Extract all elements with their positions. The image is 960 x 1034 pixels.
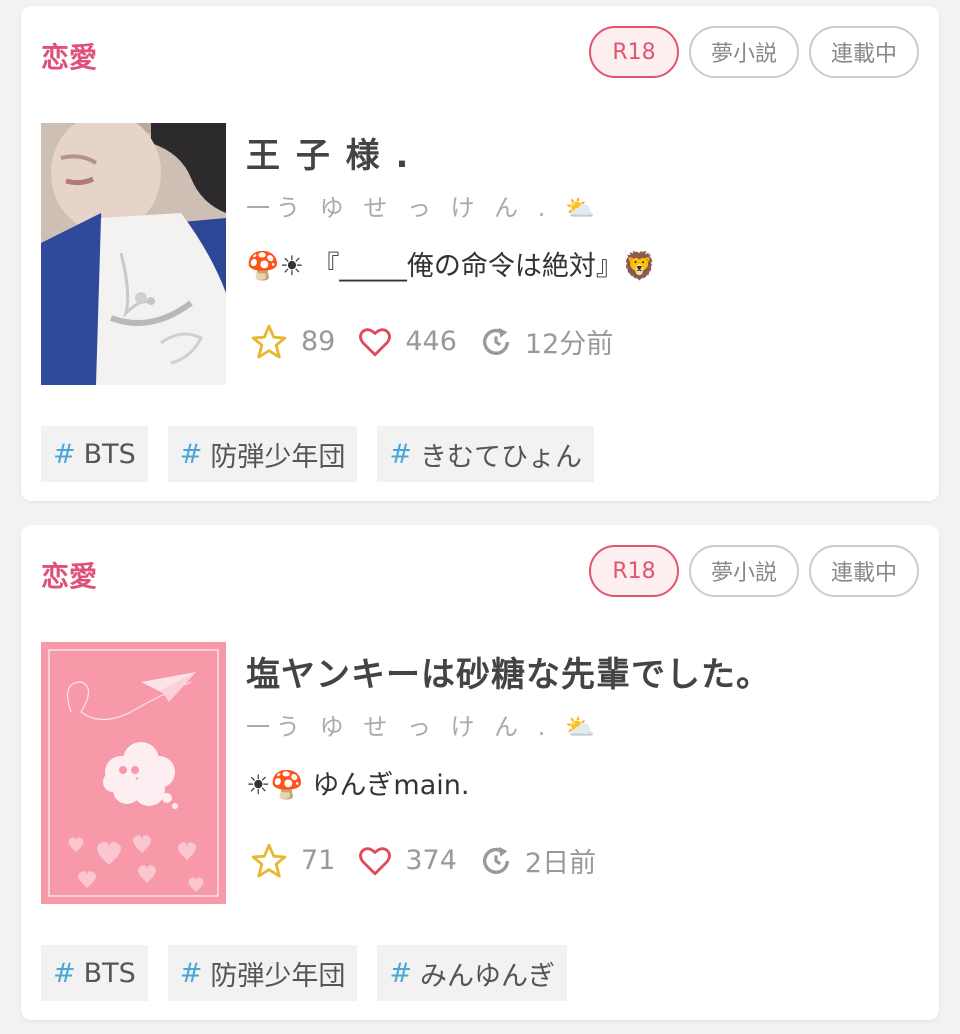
star-stat: 89 — [249, 323, 335, 361]
badge-group: R18 夢小説 連載中 — [588, 26, 919, 78]
hash-icon: # — [389, 438, 413, 470]
cover-image[interactable] — [41, 642, 226, 904]
badge-group: R18 夢小説 連載中 — [588, 545, 919, 597]
tag-list: # BTS # 防弾少年団 # きむてひょん — [41, 426, 595, 482]
tag-chip[interactable]: # きむてひょん — [377, 426, 595, 482]
tag-chip[interactable]: # BTS — [41, 426, 148, 482]
stats-row: 89 446 12分前 — [249, 322, 635, 361]
updated-stat: 2日前 — [479, 841, 596, 880]
r18-badge: R18 — [588, 545, 679, 597]
genre-label: 恋愛 — [41, 41, 98, 74]
heart-icon — [359, 846, 392, 875]
story-title[interactable]: 塩ヤンキーは砂糖な先輩でした。 — [246, 647, 771, 696]
updated-time: 12分前 — [524, 329, 614, 360]
story-description: 🍄☀ 『_____俺の命令は絶対』🦁 — [246, 251, 657, 282]
like-count: 446 — [405, 326, 457, 357]
story-card[interactable]: 恋愛 R18 夢小説 連載中 塩ヤンキーは砂糖な先輩でした。 一う ゆ せ っ … — [21, 525, 939, 1020]
star-count: 71 — [301, 845, 336, 876]
genre-label: 恋愛 — [41, 560, 98, 593]
tag-label: 防弾少年団 — [210, 441, 346, 473]
refresh-clock-icon — [482, 846, 509, 874]
tag-label: きむてひょん — [420, 441, 583, 473]
hash-icon: # — [179, 957, 203, 989]
type-badge: 夢小説 — [688, 545, 799, 597]
stats-row: 71 374 2日前 — [249, 841, 618, 880]
like-count: 374 — [405, 845, 457, 876]
refresh-clock-icon — [482, 327, 509, 355]
star-count: 89 — [301, 326, 336, 357]
tag-chip[interactable]: # 防弾少年団 — [167, 945, 358, 1001]
updated-stat: 12分前 — [479, 322, 613, 361]
hash-icon: # — [389, 957, 413, 989]
like-stat: 374 — [357, 844, 457, 878]
hash-icon: # — [53, 957, 76, 989]
hash-icon: # — [179, 438, 203, 470]
star-icon — [251, 843, 287, 877]
story-card[interactable]: 恋愛 R18 夢小説 連載中 王 子 様 . 一う ゆ せ っ け ん . ⛅ … — [21, 6, 939, 501]
tag-label: 防弾少年団 — [210, 960, 346, 992]
r18-badge: R18 — [588, 26, 679, 78]
tag-label: BTS — [83, 957, 136, 989]
tag-chip[interactable]: # 防弾少年団 — [167, 426, 358, 482]
tag-label: みんゆんぎ — [420, 960, 556, 992]
cover-image[interactable] — [41, 123, 226, 385]
like-stat: 446 — [357, 325, 457, 359]
author-name[interactable]: 一う ゆ せ っ け ん . ⛅ — [246, 707, 601, 742]
tag-chip[interactable]: # みんゆんぎ — [377, 945, 568, 1001]
type-badge: 夢小説 — [688, 26, 799, 78]
heart-icon — [359, 327, 392, 356]
story-description: ☀🍄 ゆんぎmain. — [246, 770, 470, 801]
star-stat: 71 — [249, 842, 335, 880]
story-title[interactable]: 王 子 様 . — [246, 128, 410, 177]
author-name[interactable]: 一う ゆ せ っ け ん . ⛅ — [246, 188, 601, 223]
status-badge: 連載中 — [808, 545, 919, 597]
star-icon — [251, 324, 287, 358]
hash-icon: # — [53, 438, 76, 470]
tag-label: BTS — [83, 438, 136, 470]
tag-list: # BTS # 防弾少年団 # みんゆんぎ — [41, 945, 568, 1001]
status-badge: 連載中 — [808, 26, 919, 78]
tag-chip[interactable]: # BTS — [41, 945, 148, 1001]
updated-time: 2日前 — [524, 848, 597, 879]
